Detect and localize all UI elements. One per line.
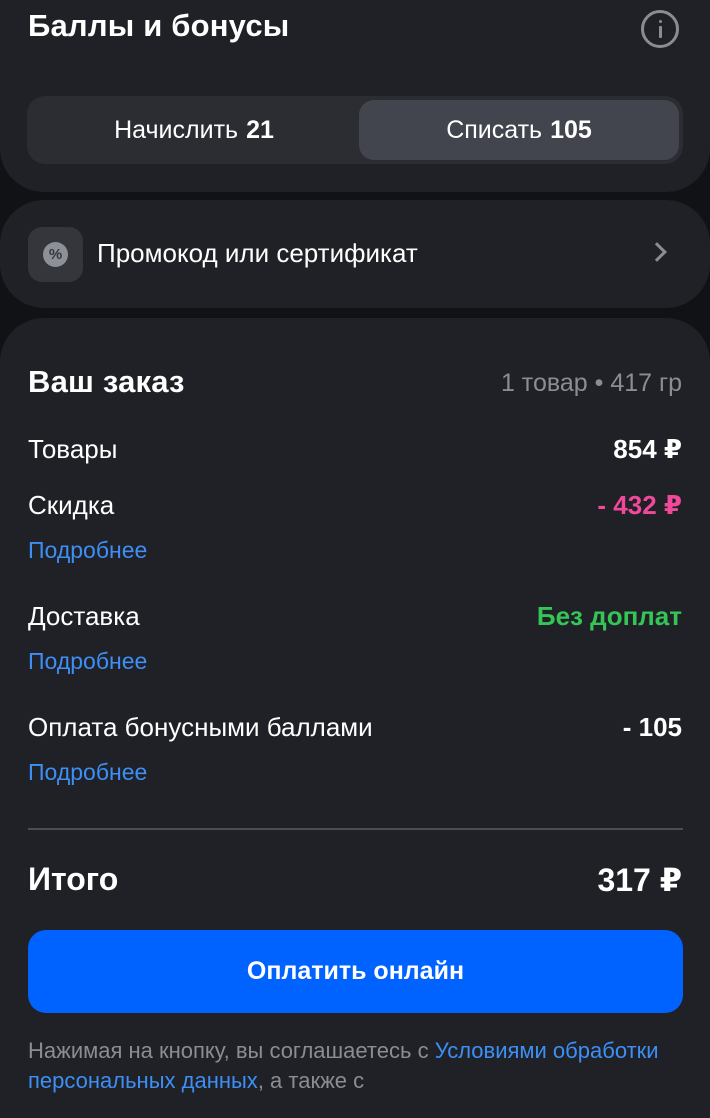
tab-accrue-label: Начислить bbox=[114, 115, 239, 144]
divider bbox=[28, 828, 683, 830]
promo-code-label: Промокод или сертификат bbox=[97, 238, 418, 268]
order-meta: 1 товар • 417 гр bbox=[500, 369, 682, 397]
items-value: 854 ₽ bbox=[613, 434, 682, 464]
info-icon[interactable] bbox=[641, 10, 679, 48]
tab-accrue-value: 21 bbox=[246, 115, 274, 144]
tab-accrue[interactable]: Начислить 21 bbox=[31, 100, 357, 160]
legal-prefix: Нажимая на кнопку, вы соглашаетесь с bbox=[28, 1038, 435, 1063]
order-title: Ваш заказ bbox=[28, 364, 185, 399]
tab-redeem[interactable]: Списать 105 bbox=[359, 100, 679, 160]
total-label: Итого bbox=[28, 861, 119, 897]
pay-online-button[interactable]: Оплатить онлайн bbox=[28, 930, 683, 1013]
discount-value: - 432 ₽ bbox=[597, 490, 682, 520]
bonus-payment-label: Оплата бонусными баллами bbox=[28, 712, 373, 742]
promo-icon-box: % bbox=[28, 227, 83, 282]
items-label: Товары bbox=[28, 434, 118, 464]
legal-notice: Нажимая на кнопку, вы соглашаетесь с Усл… bbox=[28, 1036, 688, 1096]
delivery-label: Доставка bbox=[28, 601, 140, 631]
discount-label: Скидка bbox=[28, 490, 115, 520]
delivery-value: Без доплат bbox=[536, 601, 682, 631]
tab-redeem-value: 105 bbox=[550, 115, 592, 144]
bonus-title: Баллы и бонусы bbox=[28, 8, 290, 43]
discount-details-link[interactable]: Подробнее bbox=[28, 537, 147, 564]
bonus-mode-switch: Начислить 21 Списать 105 bbox=[27, 96, 683, 164]
tab-redeem-label: Списать bbox=[446, 115, 543, 144]
discount-badge-icon: % bbox=[43, 242, 68, 267]
legal-suffix: , а также с bbox=[257, 1068, 365, 1093]
bonus-payment-details-link[interactable]: Подробнее bbox=[28, 759, 147, 786]
delivery-details-link[interactable]: Подробнее bbox=[28, 648, 147, 675]
total-value: 317 ₽ bbox=[597, 862, 682, 898]
bonus-payment-value: - 105 bbox=[622, 712, 682, 742]
